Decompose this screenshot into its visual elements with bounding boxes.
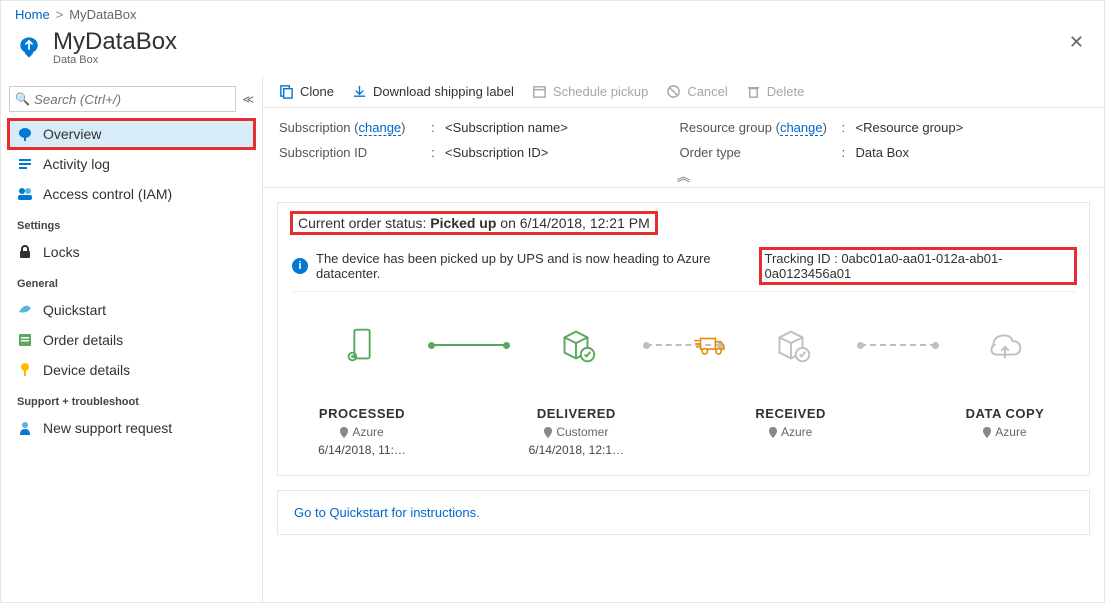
cancel-icon [666, 84, 681, 99]
sidebar-item-new-support[interactable]: New support request [9, 414, 254, 442]
lock-icon [17, 244, 33, 260]
sidebar-item-device-details[interactable]: Device details [9, 356, 254, 384]
essentials-collapse-button[interactable]: ︽ [263, 164, 1104, 188]
status-info-text: The device has been picked up by UPS and… [316, 251, 753, 281]
sidebar-item-activity-log[interactable]: Activity log [9, 150, 254, 178]
truck-icon [692, 336, 726, 358]
order-status-card: Current order status: Picked up on 6/14/… [277, 202, 1090, 476]
info-icon: i [292, 258, 308, 274]
order-type-value: Data Box [856, 145, 1089, 160]
subscription-id-label: Subscription ID [279, 145, 429, 160]
sidebar-item-order-details[interactable]: Order details [9, 326, 254, 354]
processed-icon [339, 322, 385, 368]
delete-icon [746, 84, 761, 99]
stage-datacopy: DATA COPY Azure [945, 322, 1065, 443]
cancel-button: Cancel [666, 84, 727, 99]
progress-stages: PROCESSED Azure 6/14/2018, 11:… DELIVERE… [292, 292, 1075, 465]
stage-processed: PROCESSED Azure 6/14/2018, 11:… [302, 322, 422, 457]
order-status-line: Current order status: Picked up on 6/14/… [292, 213, 656, 233]
calendar-icon [532, 84, 547, 99]
sidebar-search-input[interactable] [9, 86, 236, 112]
stage-received: RECEIVED Azure [731, 322, 851, 443]
order-details-icon [17, 332, 33, 348]
quickstart-link[interactable]: Go to Quickstart for instructions. [294, 505, 480, 520]
device-details-icon [17, 362, 33, 378]
breadcrumb: Home > MyDataBox [1, 1, 1104, 24]
subscription-id-value: <Subscription ID> [445, 145, 678, 160]
close-button[interactable]: ✕ [1063, 28, 1090, 57]
resource-group-value: <Resource group> [856, 120, 1089, 135]
pin-icon [340, 427, 348, 438]
delete-button: Delete [746, 84, 805, 99]
sidebar-item-quickstart[interactable]: Quickstart [9, 296, 254, 324]
schedule-pickup-button: Schedule pickup [532, 84, 648, 99]
page-title: MyDataBox [53, 28, 177, 56]
toolbar: Clone Download shipping label Schedule p… [263, 76, 1104, 108]
pin-icon [544, 427, 552, 438]
status-info-row: i The device has been picked up by UPS a… [292, 239, 1075, 292]
connector [422, 322, 516, 368]
sidebar: 🔍 ≪ Overview Activity log Access control… [1, 76, 263, 602]
sidebar-collapse-button[interactable]: ≪ [242, 93, 254, 106]
pin-icon [983, 427, 991, 438]
sidebar-section-general: General [9, 268, 254, 294]
toolbar-label: Cancel [687, 84, 727, 99]
delivered-icon [553, 322, 599, 368]
resource-group-change-link[interactable]: change [780, 120, 823, 136]
sidebar-item-label: Activity log [43, 156, 110, 172]
activity-log-icon [17, 156, 33, 172]
subscription-value: <Subscription name> [445, 120, 678, 135]
breadcrumb-current: MyDataBox [69, 7, 136, 22]
subscription-change-link[interactable]: change [359, 120, 402, 136]
sidebar-item-label: Locks [43, 244, 80, 260]
databox-icon [15, 33, 43, 61]
sidebar-item-label: New support request [43, 420, 172, 436]
sidebar-section-settings: Settings [9, 210, 254, 236]
quickstart-link-card: Go to Quickstart for instructions. [277, 490, 1090, 535]
resource-group-label: Resource group [680, 120, 773, 135]
quickstart-icon [17, 302, 33, 318]
stage-delivered: DELIVERED Customer 6/14/2018, 12:1… [516, 322, 636, 457]
sidebar-item-label: Order details [43, 332, 123, 348]
connector [851, 322, 945, 368]
sidebar-item-label: Access control (IAM) [43, 186, 172, 202]
sidebar-section-support: Support + troubleshoot [9, 386, 254, 412]
toolbar-label: Clone [300, 84, 334, 99]
sidebar-item-label: Overview [43, 126, 101, 142]
datacopy-icon [982, 322, 1028, 368]
essentials-pane: Subscription (change) : <Subscription na… [263, 108, 1104, 164]
subscription-label: Subscription [279, 120, 351, 135]
access-control-icon [17, 186, 33, 202]
sidebar-item-label: Quickstart [43, 302, 106, 318]
toolbar-label: Schedule pickup [553, 84, 648, 99]
toolbar-label: Download shipping label [373, 84, 514, 99]
sidebar-item-overview[interactable]: Overview [9, 120, 254, 148]
download-icon [352, 84, 367, 99]
received-icon [768, 322, 814, 368]
clone-icon [279, 84, 294, 99]
sidebar-item-label: Device details [43, 362, 130, 378]
pin-icon [769, 427, 777, 438]
tracking-id-box: Tracking ID : 0abc01a0-aa01-012a-ab01-0a… [761, 249, 1076, 283]
order-type-label: Order type [680, 145, 840, 160]
search-icon: 🔍 [15, 92, 30, 106]
breadcrumb-sep: > [56, 7, 64, 22]
sidebar-item-locks[interactable]: Locks [9, 238, 254, 266]
support-icon [17, 420, 33, 436]
breadcrumb-home[interactable]: Home [15, 7, 50, 22]
clone-button[interactable]: Clone [279, 84, 334, 99]
sidebar-item-access-control[interactable]: Access control (IAM) [9, 180, 254, 208]
overview-icon [17, 126, 33, 142]
download-shipping-label-button[interactable]: Download shipping label [352, 84, 514, 99]
toolbar-label: Delete [767, 84, 805, 99]
